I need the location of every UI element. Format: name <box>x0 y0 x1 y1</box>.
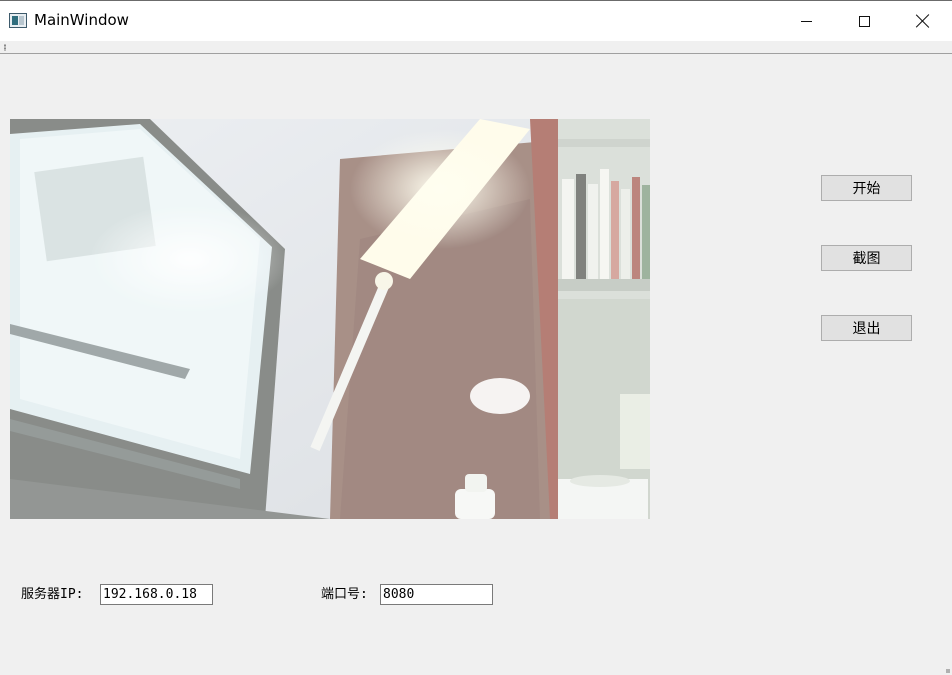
minimize-button[interactable] <box>777 2 835 40</box>
minimize-icon <box>800 20 812 22</box>
server-ip-input[interactable]: 192.168.0.18 <box>100 584 213 605</box>
maximize-icon <box>858 15 870 27</box>
start-button[interactable]: 开始 <box>821 175 912 201</box>
close-button[interactable] <box>894 2 952 40</box>
camera-video-display <box>10 119 650 519</box>
port-label: 端口号: <box>321 587 368 602</box>
close-icon <box>916 14 930 28</box>
resize-grip[interactable] <box>946 669 950 673</box>
toolbar-drag-handle[interactable] <box>4 44 6 51</box>
toolbar <box>0 41 952 54</box>
title-bar[interactable]: MainWindow <box>0 1 952 41</box>
camera-frame-image <box>10 119 650 519</box>
screenshot-button[interactable]: 截图 <box>821 245 912 271</box>
window-title: MainWindow <box>34 11 129 29</box>
exit-button[interactable]: 退出 <box>821 315 912 341</box>
maximize-button[interactable] <box>835 2 893 40</box>
server-ip-label: 服务器IP: <box>21 587 84 602</box>
port-input[interactable]: 8080 <box>380 584 493 605</box>
app-window-icon <box>9 13 27 28</box>
